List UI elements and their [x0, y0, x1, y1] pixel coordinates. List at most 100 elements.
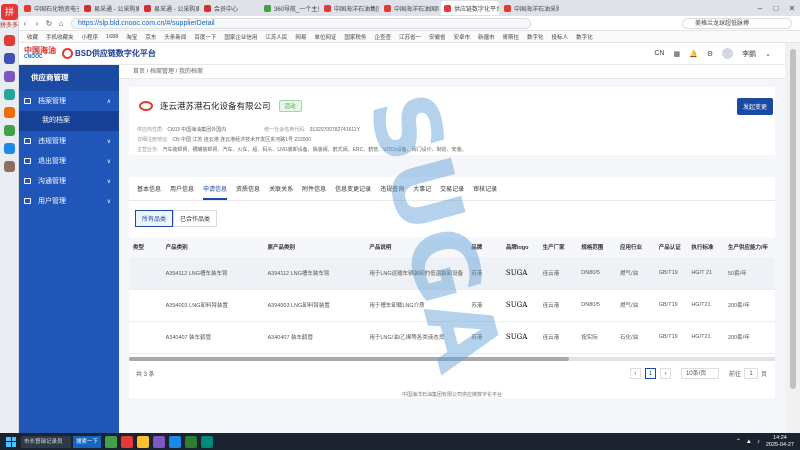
vertical-scrollbar[interactable]	[785, 43, 800, 433]
bookmark-item[interactable]: 收藏	[27, 33, 38, 41]
tab-user-info[interactable]: 用户信息	[170, 182, 194, 200]
network-icon[interactable]: ▲	[746, 439, 752, 445]
sidebar-item-archive[interactable]: 档案管理 ∧	[19, 91, 119, 111]
prev-page-button[interactable]: ‹	[629, 367, 641, 379]
side-app-icon[interactable]	[3, 125, 15, 136]
tab-application-info[interactable]: 申请信息	[203, 182, 228, 200]
avatar[interactable]	[722, 48, 734, 59]
tray-icon[interactable]: ⌃	[736, 438, 741, 445]
home-icon[interactable]: ⌂	[55, 19, 67, 28]
user-name[interactable]: 李鹏	[742, 49, 756, 59]
bookmark-item[interactable]: 淘宝	[126, 33, 137, 41]
taskbar-search-button[interactable]: 搜索一下	[73, 435, 101, 448]
settings-gear-icon[interactable]: ⚙	[707, 50, 713, 58]
tab-violation-query[interactable]: 违规查询	[380, 182, 404, 200]
bookmark-item[interactable]: 哥斯拉	[503, 33, 520, 41]
bookmark-item[interactable]: 江苏省一	[399, 33, 421, 41]
initiate-change-button[interactable]: 发起变更	[736, 97, 773, 115]
bookmark-item[interactable]: 手机收藏夹	[46, 33, 74, 41]
browser-tab-active[interactable]: 供应链数字化平台-供应	[441, 1, 499, 15]
bookmark-item[interactable]: 国家企业信用	[224, 33, 257, 41]
sidebar-item-my-archive[interactable]: 我的档案	[19, 111, 119, 131]
goto-page-input[interactable]: 1	[743, 367, 758, 379]
volume-icon[interactable]: ♪	[757, 439, 760, 445]
side-app-icon[interactable]	[3, 161, 15, 172]
bookmark-item[interactable]: 国家税务	[344, 33, 366, 41]
browser-tab[interactable]: 中国海洋石油采购信息化	[501, 1, 559, 15]
subtab-all-categories[interactable]: 所有品类	[135, 210, 174, 227]
url-input[interactable]: https://slp.bld.cnooc.com.cn/#/supplierD…	[71, 17, 531, 29]
minimize-icon[interactable]: –	[752, 4, 768, 13]
browser-tab[interactable]: 中国石化物资电子招标投	[21, 1, 79, 15]
browser-tab[interactable]: 易采通 - 公采购更专业	[141, 1, 199, 15]
bookmark-item[interactable]: 安徽省	[429, 33, 446, 41]
browser-tab[interactable]: 中国海洋石油国际有限公司	[381, 1, 439, 15]
table-row[interactable]: A394003 LNG卸料臂装置 A394003 LNG卸料臂装置 用于槽车卸载…	[129, 289, 775, 322]
browser-tab[interactable]: 中国海洋石油集团有限公司	[321, 1, 379, 15]
back-icon[interactable]: ‹	[19, 19, 31, 28]
sidebar-item-violation[interactable]: 违规管理 ∨	[19, 131, 119, 151]
sidebar-item-communication[interactable]: 沟通管理 ∨	[19, 171, 119, 191]
bookmark-item[interactable]: 新疆市	[478, 33, 495, 41]
bookmark-item[interactable]: 1688	[106, 34, 118, 40]
side-app-icon[interactable]	[3, 143, 15, 154]
horizontal-scrollbar[interactable]	[129, 357, 775, 361]
reload-icon[interactable]: ↻	[43, 19, 55, 28]
side-app-icon[interactable]	[3, 53, 15, 64]
taskbar-clock[interactable]: 14:24 2025-04-27	[766, 435, 794, 449]
taskbar-app-icon[interactable]	[121, 435, 133, 448]
side-app-icon[interactable]	[3, 107, 15, 118]
bookmark-item[interactable]: 小程序	[82, 33, 99, 41]
browser-logo-icon[interactable]: 拼	[1, 4, 18, 20]
bookmark-item[interactable]: 头条新闻	[164, 33, 186, 41]
taskbar-app-icon[interactable]	[137, 435, 149, 448]
table-row[interactable]: A340407 装车鹤管 A340407 装车鹤管 用于LNG/油/乙烯等各类液…	[129, 321, 775, 354]
tab-audit-records[interactable]: 审核记录	[473, 182, 497, 200]
tab-events[interactable]: 大事记	[413, 182, 431, 200]
close-icon[interactable]: ✕	[784, 4, 800, 13]
tab-transactions[interactable]: 交易记录	[440, 182, 464, 200]
taskbar-app-icon[interactable]	[185, 435, 197, 448]
page-number-button[interactable]: 1	[644, 367, 656, 379]
tab-relations[interactable]: 关联关系	[269, 182, 293, 200]
browser-search-input[interactable]: 美格兰龙球超低脉搏	[682, 17, 792, 29]
tab-change-records[interactable]: 信息变更记录	[335, 182, 371, 200]
page-size-select[interactable]: 10条/页	[680, 367, 719, 379]
taskbar-app-icon[interactable]	[201, 435, 213, 448]
table-row[interactable]: A394112 LNG槽车装车臂 A394112 LNG槽车装车臂 用于LNG运…	[129, 257, 775, 290]
browser-tab[interactable]: 会员中心	[201, 1, 259, 15]
side-app-icon[interactable]	[3, 71, 15, 82]
sidebar-item-exit[interactable]: 退出管理 ∨	[19, 151, 119, 171]
bookmark-item[interactable]: 江苏人民	[265, 33, 287, 41]
forward-icon[interactable]: ›	[31, 19, 43, 28]
bookmark-item[interactable]: 企查查	[374, 33, 391, 41]
bookmark-item[interactable]: 投标人	[552, 33, 569, 41]
bookmark-item[interactable]: 数字化	[576, 33, 593, 41]
breadcrumb[interactable]: 首页 / 档案管理 / 我的档案	[119, 65, 785, 79]
bookmark-item[interactable]: 京东	[145, 33, 156, 41]
bookmark-item[interactable]: 网易	[295, 33, 306, 41]
browser-tab[interactable]: 易采通 - 公采购更专业	[81, 1, 139, 15]
bookmark-item[interactable]: 百度一下	[194, 33, 216, 41]
scrollbar-thumb[interactable]	[789, 49, 796, 389]
bookmark-item[interactable]: 数字化	[527, 33, 544, 41]
bookmark-item[interactable]: 安卓市	[453, 33, 470, 41]
taskbar-app-icon[interactable]	[153, 435, 165, 448]
subtab-cooperated-categories[interactable]: 已合作品类	[173, 210, 218, 227]
taskbar-app-icon[interactable]	[105, 435, 117, 448]
side-app-icon[interactable]	[3, 89, 15, 100]
taskbar-search-input[interactable]: 市长督瑞记录员	[21, 435, 71, 448]
tab-basic-info[interactable]: 基本信息	[137, 182, 161, 200]
sidebar-item-users[interactable]: 用户管理 ∨	[19, 191, 119, 211]
language-switch[interactable]: CN	[654, 50, 664, 57]
notification-bell-icon[interactable]: 🔔	[689, 50, 698, 58]
chevron-down-icon[interactable]: ⌄	[765, 50, 771, 58]
windows-start-icon[interactable]	[4, 435, 18, 449]
tab-qualification-info[interactable]: 资质信息	[236, 182, 260, 200]
bookmark-item[interactable]: 单位网证	[314, 33, 336, 41]
scrollbar-thumb[interactable]	[129, 357, 569, 361]
cnooc-logo[interactable]: 中国海油 CNOOC	[24, 46, 56, 61]
grid-menu-icon[interactable]: ▦	[674, 50, 681, 58]
tab-attachments[interactable]: 附件信息	[302, 182, 326, 200]
taskbar-app-icon[interactable]	[169, 435, 181, 448]
